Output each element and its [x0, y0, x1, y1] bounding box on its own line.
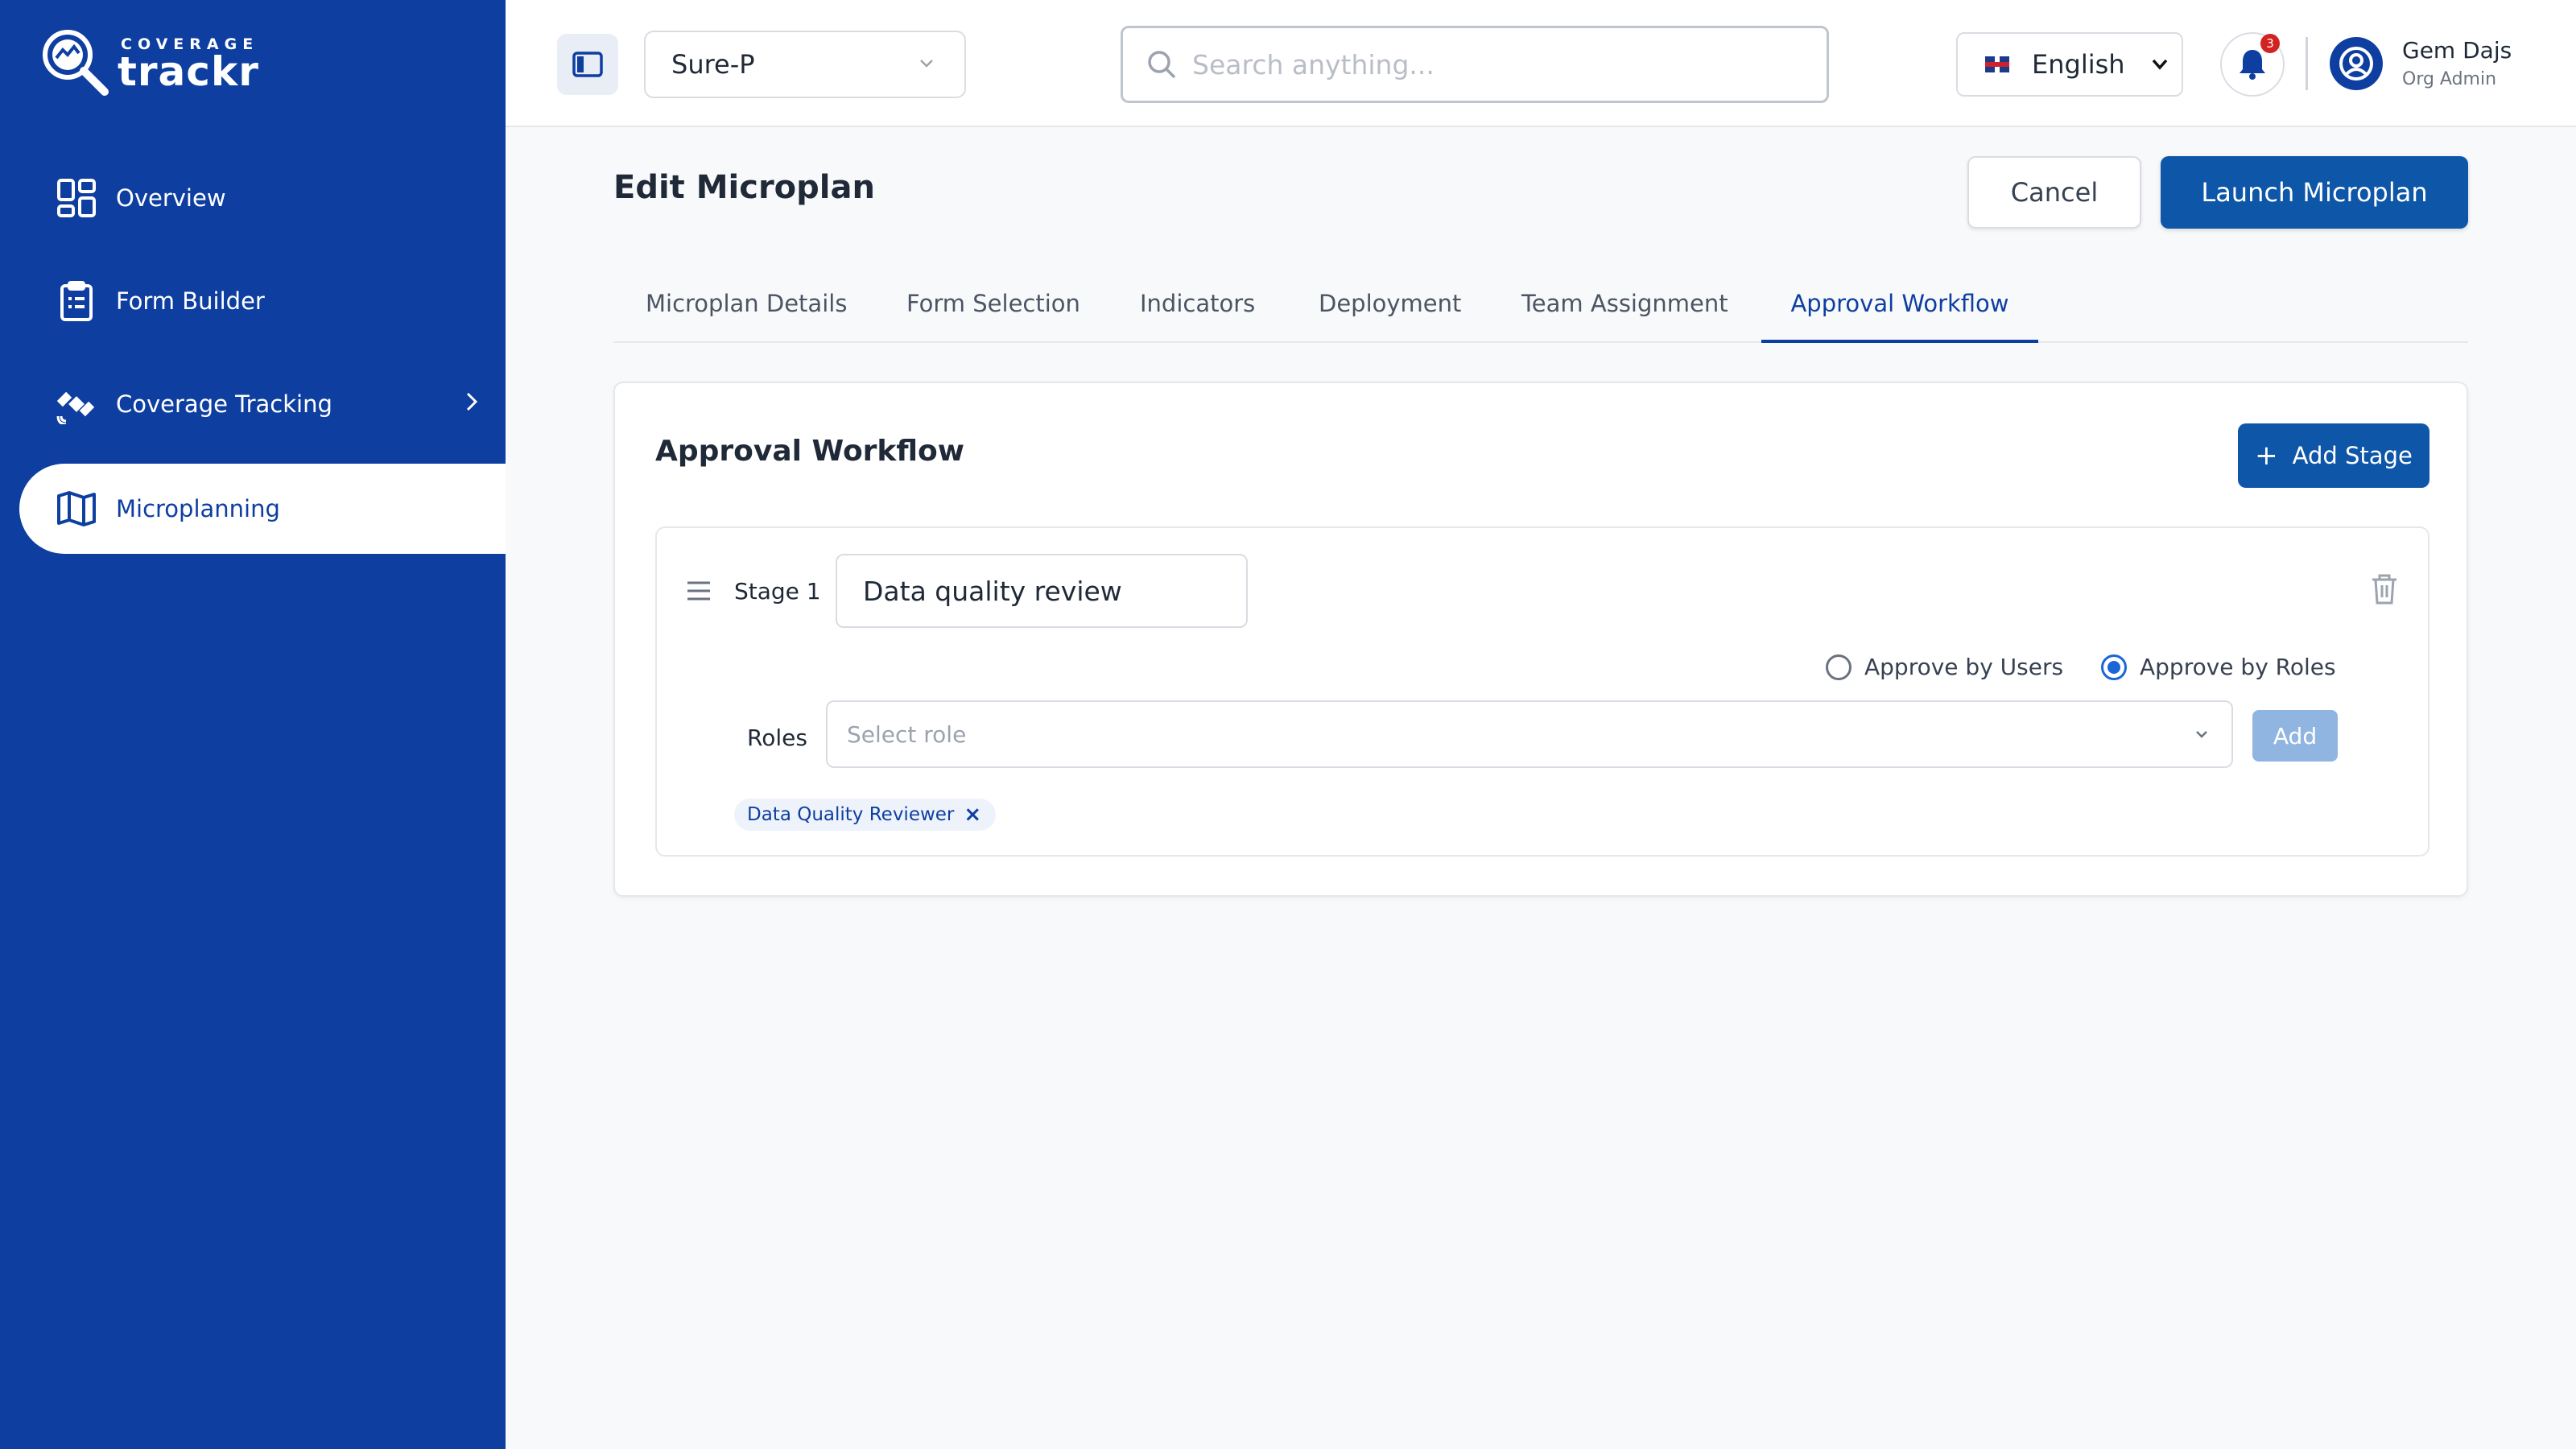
- project-select[interactable]: Sure-P: [644, 31, 966, 98]
- map-icon: [55, 487, 98, 530]
- remove-role-icon[interactable]: ×: [964, 803, 981, 827]
- trash-icon[interactable]: [2370, 573, 2399, 605]
- clipboard-icon: [55, 279, 98, 323]
- user-name: Gem Dajs: [2402, 37, 2512, 64]
- sidebar-item-label: Microplanning: [116, 495, 280, 522]
- tab-approval-workflow[interactable]: Approval Workflow: [1761, 282, 2038, 343]
- satellite-icon: [55, 382, 98, 426]
- sidebar-item-form-builder[interactable]: Form Builder: [19, 256, 506, 346]
- brand-logo[interactable]: COVERAGE trackr: [40, 27, 258, 100]
- search-icon: [1148, 51, 1176, 79]
- microplan-tabs: Microplan Details Form Selection Indicat…: [613, 282, 2468, 343]
- drag-handle-icon[interactable]: [686, 580, 712, 602]
- card-title: Approval Workflow: [655, 435, 965, 468]
- tab-team-assignment[interactable]: Team Assignment: [1521, 282, 1728, 343]
- user-circle-icon: [2339, 47, 2373, 80]
- tab-deployment[interactable]: Deployment: [1319, 282, 1461, 343]
- chevron-right-icon: [466, 392, 478, 411]
- role-select[interactable]: Select role: [826, 700, 2233, 768]
- user-role: Org Admin: [2402, 69, 2497, 89]
- grid-icon: [55, 176, 98, 220]
- logo-icon: [43, 30, 109, 96]
- search-box[interactable]: [1121, 26, 1829, 103]
- radio-circle: [1826, 654, 1852, 680]
- approve-by-roles-label: Approve by Roles: [2140, 654, 2336, 680]
- role-select-placeholder: Select role: [847, 720, 967, 748]
- tab-form-selection[interactable]: Form Selection: [906, 282, 1080, 343]
- roles-label: Roles: [747, 724, 807, 751]
- chevron-down-icon: [2152, 59, 2168, 70]
- launch-microplan-button[interactable]: Launch Microplan: [2161, 156, 2468, 229]
- top-bar: Sure-P English 3 Gem Dajs Org Admin: [506, 0, 2576, 127]
- radio-circle-selected: [2101, 654, 2127, 680]
- approve-by-users-radio[interactable]: Approve by Users: [1826, 654, 2063, 680]
- chevron-down-icon: [2196, 731, 2207, 738]
- page-title: Edit Microplan: [613, 169, 875, 206]
- sidebar-item-overview[interactable]: Overview: [19, 153, 506, 243]
- cancel-button[interactable]: Cancel: [1967, 156, 2141, 229]
- chevron-down-icon: [920, 60, 933, 68]
- sidebar-toggle-icon: [572, 52, 603, 77]
- language-select[interactable]: English: [1956, 32, 2183, 97]
- search-input[interactable]: [1192, 48, 1804, 80]
- uk-flag-icon: [1985, 56, 2009, 72]
- sidebar-item-label: Form Builder: [116, 287, 265, 315]
- stage-card: Stage 1 Data quality review Approve by U…: [655, 526, 2429, 857]
- brand-name: trackr: [118, 48, 259, 95]
- plus-icon: +: [2255, 440, 2278, 472]
- add-stage-label: Add Stage: [2292, 442, 2413, 469]
- sidebar-item-coverage-tracking[interactable]: Coverage Tracking: [19, 359, 506, 449]
- role-chip-label: Data Quality Reviewer: [747, 804, 955, 825]
- approval-workflow-card: Approval Workflow + Add Stage Stage 1 Da…: [613, 382, 2468, 897]
- sidebar-item-label: Overview: [116, 184, 226, 212]
- tab-microplan-details[interactable]: Microplan Details: [646, 282, 847, 343]
- project-select-value: Sure-P: [671, 49, 755, 80]
- bell-icon: [2240, 50, 2265, 80]
- header-divider: [2306, 37, 2308, 90]
- add-stage-button[interactable]: + Add Stage: [2238, 423, 2429, 488]
- language-select-value: English: [2032, 49, 2125, 80]
- sidebar-toggle-button[interactable]: [557, 34, 618, 95]
- role-chip: Data Quality Reviewer ×: [734, 799, 997, 831]
- avatar[interactable]: [2330, 37, 2383, 90]
- add-role-button[interactable]: Add: [2252, 710, 2338, 762]
- stage-name-input[interactable]: Data quality review: [836, 554, 1248, 628]
- sidebar: COVERAGE trackr Overview Form Builder Co…: [0, 0, 506, 1449]
- notification-count-badge: 3: [2260, 34, 2280, 53]
- approve-by-roles-radio[interactable]: Approve by Roles: [2101, 654, 2336, 680]
- sidebar-item-microplanning[interactable]: Microplanning: [19, 464, 506, 554]
- tab-indicators[interactable]: Indicators: [1140, 282, 1255, 343]
- approve-by-users-label: Approve by Users: [1864, 654, 2064, 680]
- stage-label: Stage 1: [734, 578, 821, 605]
- sidebar-item-label: Coverage Tracking: [116, 390, 332, 418]
